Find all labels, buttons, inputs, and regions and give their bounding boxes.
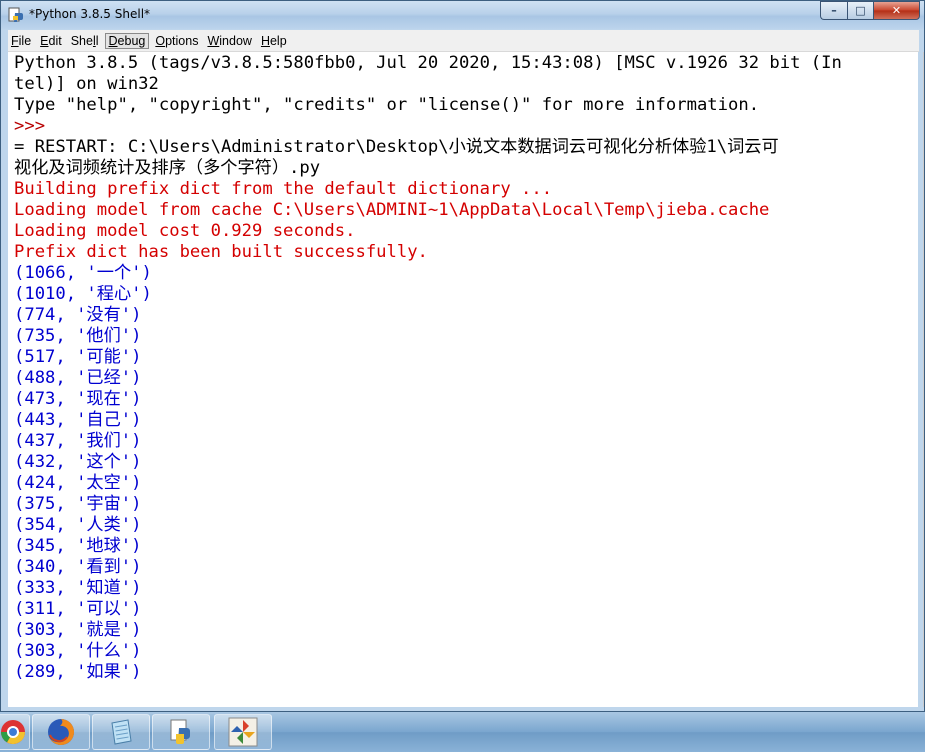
shell-line-out: Python 3.8.5 (tags/v3.8.5:580fbb0, Jul 2… <box>14 53 842 73</box>
shell-output: Python 3.8.5 (tags/v3.8.5:580fbb0, Jul 2… <box>14 53 842 683</box>
shell-line-out: 视化及词频统计及排序（多个字符）.py <box>14 158 321 178</box>
shell-line-err: Building prefix dict from the default di… <box>14 179 553 199</box>
shell-line-err: Loading model from cache C:\Users\ADMINI… <box>14 200 770 220</box>
menu-options[interactable]: Options <box>152 33 201 49</box>
taskbar-notepad[interactable] <box>92 714 150 750</box>
menu-shell[interactable]: Shell <box>68 33 102 49</box>
shell-line-tuple: (345, '地球') <box>14 536 142 556</box>
close-icon: ✕ <box>891 4 902 17</box>
shell-line-tuple: (443, '自己') <box>14 410 142 430</box>
shell-line-tuple: (340, '看到') <box>14 557 142 577</box>
minimize-button[interactable]: – <box>820 1 847 20</box>
shell-line-err: Loading model cost 0.929 seconds. <box>14 221 356 241</box>
python-idle-icon <box>170 719 190 744</box>
menu-debug[interactable]: Debug <box>104 32 150 49</box>
shell-line-tuple: (774, '没有') <box>14 305 142 325</box>
shell-line-tuple: (303, '什么') <box>14 641 142 661</box>
shell-line-tuple: (1066, '一个') <box>14 263 152 283</box>
shell-line-tuple: (375, '宇宙') <box>14 494 142 514</box>
window-title: *Python 3.8.5 Shell* <box>29 7 151 21</box>
shell-line-tuple: (333, '知道') <box>14 578 142 598</box>
taskbar-python-idle[interactable] <box>152 714 210 750</box>
shell-line-prompt: >>> <box>14 116 56 136</box>
shell-line-tuple: (437, '我们') <box>14 431 142 451</box>
idle-shell-window: *Python 3.8.5 Shell* – □ ✕ File Edit She… <box>0 0 925 712</box>
maximize-button[interactable]: □ <box>847 1 873 20</box>
shell-line-out: Type "help", "copyright", "credits" or "… <box>14 95 760 115</box>
shell-line-tuple: (303, '就是') <box>14 620 142 640</box>
shell-line-tuple: (517, '可能') <box>14 347 142 367</box>
vertical-scrollbar[interactable] <box>923 52 924 707</box>
taskbar-pinwheel-app[interactable] <box>214 714 272 750</box>
shell-line-out: tel)] on win32 <box>14 74 159 94</box>
menu-bar: File Edit Shell Debug Options Window Hel… <box>8 30 919 52</box>
shell-line-err: Prefix dict has been built successfully. <box>14 242 428 262</box>
shell-line-tuple: (1010, '程心') <box>14 284 152 304</box>
close-button[interactable]: ✕ <box>873 1 920 20</box>
menu-edit[interactable]: Edit <box>37 33 65 49</box>
shell-line-tuple: (424, '太空') <box>14 473 142 493</box>
shell-line-tuple: (354, '人类') <box>14 515 142 535</box>
minimize-icon: – <box>831 4 837 17</box>
shell-line-tuple: (432, '这个') <box>14 452 142 472</box>
maximize-icon: □ <box>855 4 866 17</box>
python-shell-icon <box>8 7 23 22</box>
chrome-icon <box>0 720 26 745</box>
shell-line-tuple: (735, '他们') <box>14 326 142 346</box>
pinwheel-app-icon <box>228 717 258 747</box>
shell-line-tuple: (311, '可以') <box>14 599 142 619</box>
shell-line-tuple: (289, '如果') <box>14 662 142 682</box>
title-bar[interactable]: *Python 3.8.5 Shell* – □ ✕ <box>1 1 924 29</box>
firefox-icon <box>48 719 74 745</box>
shell-line-tuple: (488, '已经') <box>14 368 142 388</box>
shell-line-tuple: (473, '现在') <box>14 389 142 409</box>
shell-line-out: = RESTART: C:\Users\Administrator\Deskto… <box>14 137 779 157</box>
menu-window[interactable]: Window <box>204 33 254 49</box>
taskbar-chrome[interactable] <box>0 714 30 750</box>
notepad-icon <box>111 719 132 745</box>
taskbar <box>0 712 925 752</box>
menu-file[interactable]: File <box>8 33 34 49</box>
shell-text-area[interactable]: Python 3.8.5 (tags/v3.8.5:580fbb0, Jul 2… <box>8 52 918 707</box>
menu-help[interactable]: Help <box>258 33 290 49</box>
taskbar-firefox[interactable] <box>32 714 90 750</box>
window-controls: – □ ✕ <box>820 1 920 21</box>
